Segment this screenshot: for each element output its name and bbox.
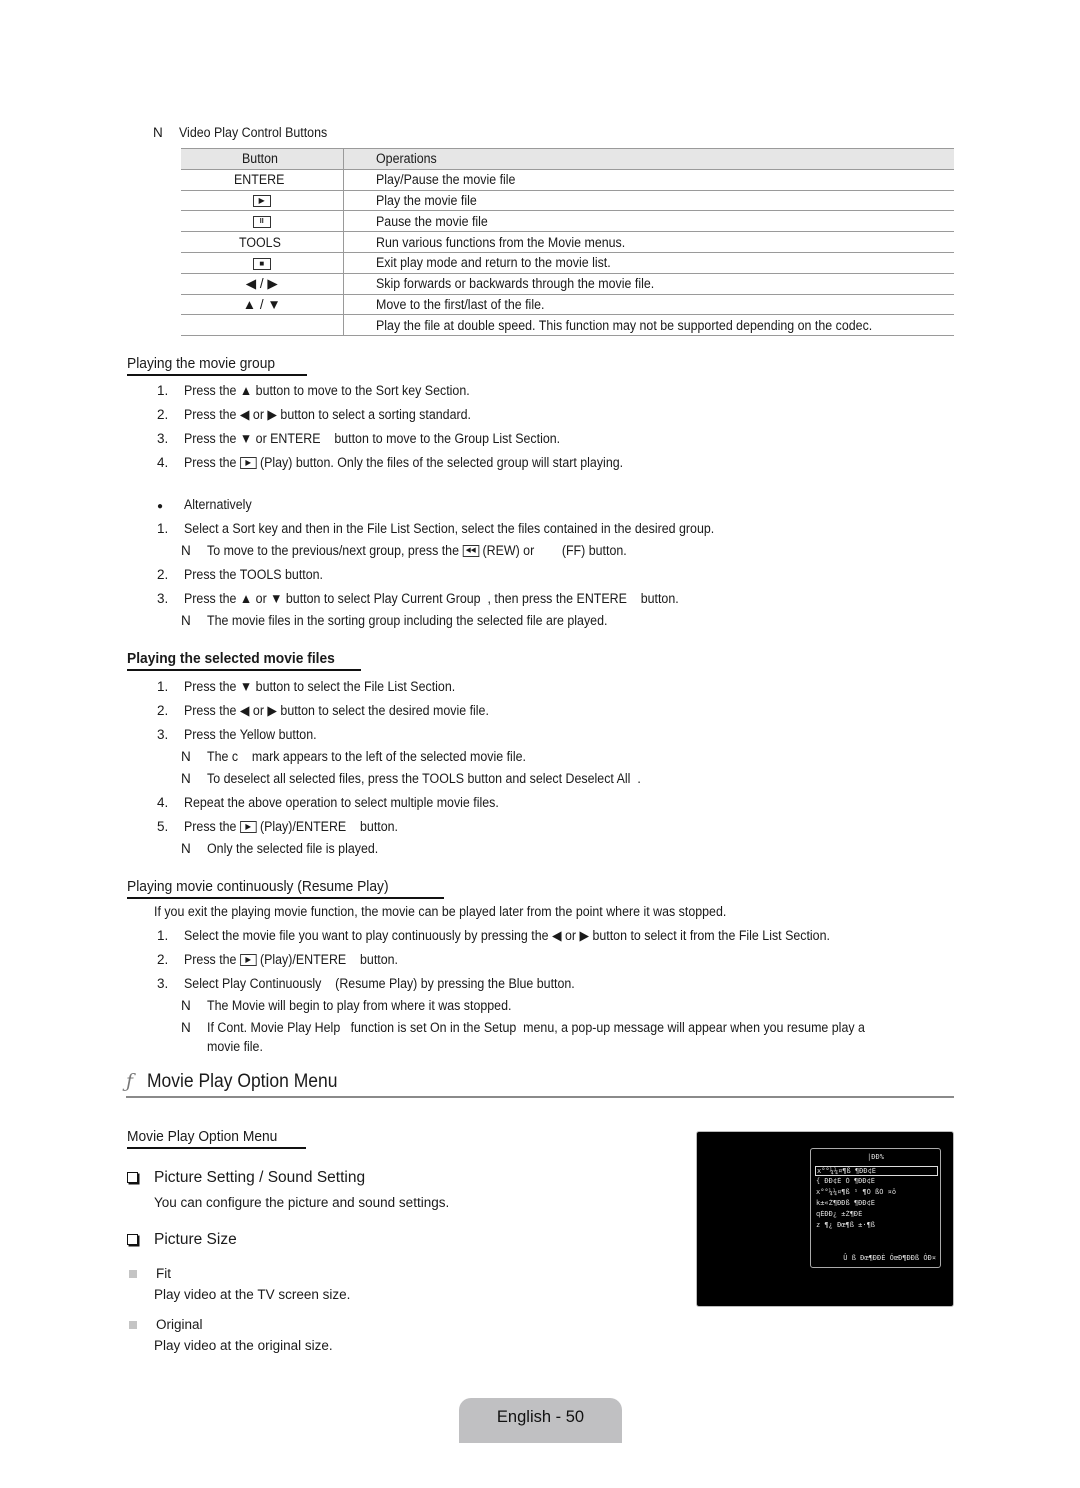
- button-cell: ENTERE: [181, 169, 344, 191]
- operation-cell: Run various functions from the Movie men…: [343, 231, 954, 253]
- note-item: N To move to the previous/next group, pre…: [181, 543, 627, 558]
- table-row: ENTERE Play/Pause the movie file: [181, 169, 954, 191]
- rewind-icon: ◀◀: [462, 545, 480, 558]
- list-item: 2. Press the ◀ or ▶ button to select a so…: [157, 407, 471, 422]
- osd-menu-item: k±«Ž¶ÐÐß ¶ÐÐ¢È: [816, 1199, 876, 1207]
- operation-cell: Pause the movie file: [343, 210, 954, 233]
- play-icon: ▶: [252, 195, 271, 208]
- note-item: N The c mark appears to the left of the s…: [181, 749, 526, 764]
- list-item: 1. Press the ▲ button to move to the Sort…: [157, 383, 470, 398]
- osd-menu-item: z ¶¿ Ðœ¶ß ±·¶ß: [816, 1221, 876, 1229]
- option-item-picture-size: Picture Size: [127, 1231, 237, 1249]
- list-item: 5. Press the ▶ (Play)/ENTERE button.: [157, 819, 399, 834]
- note-item-continuation: movie file.: [207, 1039, 263, 1054]
- table-row: II Pause the movie file: [181, 210, 954, 233]
- table-row: TOOLS Run various functions from the Mov…: [181, 231, 954, 253]
- pause-icon: II: [252, 216, 271, 229]
- section-heading-resume-play: Playing movie continuously (Resume Play): [127, 878, 444, 899]
- button-cell: ■: [181, 252, 344, 274]
- button-cell: ◀ / ▶: [181, 273, 344, 295]
- stop-icon: ■: [252, 257, 271, 270]
- note-item: N Only the selected file is played.: [181, 841, 379, 856]
- table-row: Play the file at double speed. This func…: [181, 314, 954, 337]
- play-icon: ▶: [239, 954, 257, 967]
- button-cell: [181, 314, 344, 337]
- operation-cell: Play the file at double speed. This func…: [343, 314, 954, 337]
- size-option-desc: Play video at the TV screen size.: [154, 1287, 351, 1302]
- main-heading: ƒ Movie Play Option Menu: [126, 1070, 954, 1098]
- list-item: 1. Select a Sort key and then in the File…: [157, 521, 715, 536]
- osd-menu-item: { ÐÐ¢È Ó ¶ÐÐ¢È: [816, 1177, 876, 1185]
- osd-footer: Û ß Ðœ¶ÐÐÈ ÓœÐ¶ÐÐß ÓÐ¤: [843, 1254, 936, 1262]
- button-cell: II: [181, 210, 344, 233]
- list-item: 3. Press the ▲ or ▼ button to select Play…: [157, 591, 679, 606]
- osd-menu-item: qÈÐÐ¿ ±Ž¶ÐÈ: [816, 1210, 863, 1218]
- column-header-button: Button: [181, 148, 344, 170]
- osd-menu-item: x°°¼¼¤¶ß ¶ÐÐ¢È: [815, 1166, 938, 1176]
- play-icon: ▶: [239, 821, 257, 834]
- table-row: ■ Exit play mode and return to the movie…: [181, 252, 954, 274]
- section-heading-movie-group: Playing the movie group: [127, 355, 307, 376]
- size-option-original: Original: [129, 1317, 203, 1332]
- operation-cell: Skip forwards or backwards through the m…: [343, 273, 954, 295]
- section-heading-selected-files: Playing the selected movie files: [127, 650, 361, 671]
- list-item: 4. Press the ▶ (Play) button. Only the fi…: [157, 455, 624, 470]
- table-header-row: Button Operations: [181, 148, 954, 170]
- page-number-tab: English - 50: [459, 1398, 622, 1443]
- list-item: 4. Repeat the above operation to select m…: [157, 795, 499, 810]
- operation-cell: Play/Pause the movie file: [343, 169, 954, 191]
- option-item-desc: You can configure the picture and sound …: [154, 1195, 450, 1210]
- button-cell: ▲ / ▼: [181, 294, 344, 316]
- column-header-operations: Operations: [343, 148, 954, 170]
- list-item: 2. Press the TOOLS button.: [157, 567, 324, 582]
- list-item: 3. Press the ▼ or ENTERE button to move t…: [157, 431, 561, 446]
- size-option-fit: Fit: [129, 1266, 171, 1281]
- tv-screen-image: |ÐÐ% x°°¼¼¤¶ß ¶ÐÐ¢È { ÐÐ¢È Ó ¶ÐÐ¢È x°°¼¼…: [696, 1131, 954, 1307]
- operation-cell: Play the movie file: [343, 190, 954, 212]
- operation-cell: Exit play mode and return to the movie l…: [343, 252, 954, 274]
- checkbox-square-icon: [127, 1172, 138, 1184]
- alternatively-bullet: ● Alternatively: [157, 497, 252, 512]
- control-buttons-title: N Video Play Control Buttons: [153, 125, 328, 140]
- list-item: 1. Press the ▼ button to select the File …: [157, 679, 456, 694]
- table-row: ▲ / ▼ Move to the first/last of the file…: [181, 294, 954, 316]
- bullet-square-icon: [129, 1321, 137, 1330]
- note-item: N The Movie will begin to play from where…: [181, 998, 512, 1013]
- list-item: 1. Select the movie file you want to play…: [157, 928, 830, 943]
- note-item: N To deselect all selected files, press t…: [181, 771, 641, 786]
- bullet-square-icon: [129, 1270, 137, 1279]
- table-row: ◀ / ▶ Skip forwards or backwards through…: [181, 273, 954, 295]
- control-buttons-table: Button Operations ENTERE Play/Pause the …: [181, 148, 954, 337]
- list-item: 3. Select Play Continuously (Resume Play)…: [157, 976, 575, 991]
- list-item: 3. Press the Yellow button.: [157, 727, 317, 742]
- section-symbol-icon: ƒ: [126, 1070, 134, 1092]
- osd-menu-item: x°°¼¼¤¶ß ¹ ¶Ó ßÓ ¤ö: [816, 1188, 897, 1196]
- resume-intro: If you exit the playing movie function, …: [154, 904, 727, 919]
- note-marker: N: [153, 125, 163, 140]
- option-item-picture-sound: Picture Setting / Sound Setting: [127, 1169, 365, 1187]
- section-heading-option-menu: Movie Play Option Menu: [127, 1128, 306, 1149]
- up-down-arrows-icon: ▲ / ▼: [242, 296, 281, 312]
- note-item: N The movie files in the sorting group in…: [181, 613, 608, 628]
- bullet-icon: ●: [157, 501, 164, 512]
- table-row: ▶ Play the movie file: [181, 190, 954, 212]
- list-item: 2. Press the ▶ (Play)/ENTERE button.: [157, 952, 399, 967]
- button-cell: ▶: [181, 190, 344, 212]
- note-item: N If Cont. Movie Play Help function is se…: [181, 1020, 865, 1035]
- left-right-arrows-icon: ◀ / ▶: [245, 275, 278, 291]
- button-cell: TOOLS: [181, 231, 344, 253]
- size-option-desc: Play video at the original size.: [154, 1338, 333, 1353]
- checkbox-square-icon: [127, 1234, 138, 1246]
- play-icon: ▶: [239, 457, 257, 470]
- osd-title: |ÐÐ%: [867, 1153, 884, 1161]
- list-item: 2. Press the ◀ or ▶ button to select the …: [157, 703, 489, 718]
- osd-menu: |ÐÐ% x°°¼¼¤¶ß ¶ÐÐ¢È { ÐÐ¢È Ó ¶ÐÐ¢È x°°¼¼…: [810, 1148, 941, 1268]
- operation-cell: Move to the first/last of the file.: [343, 294, 954, 316]
